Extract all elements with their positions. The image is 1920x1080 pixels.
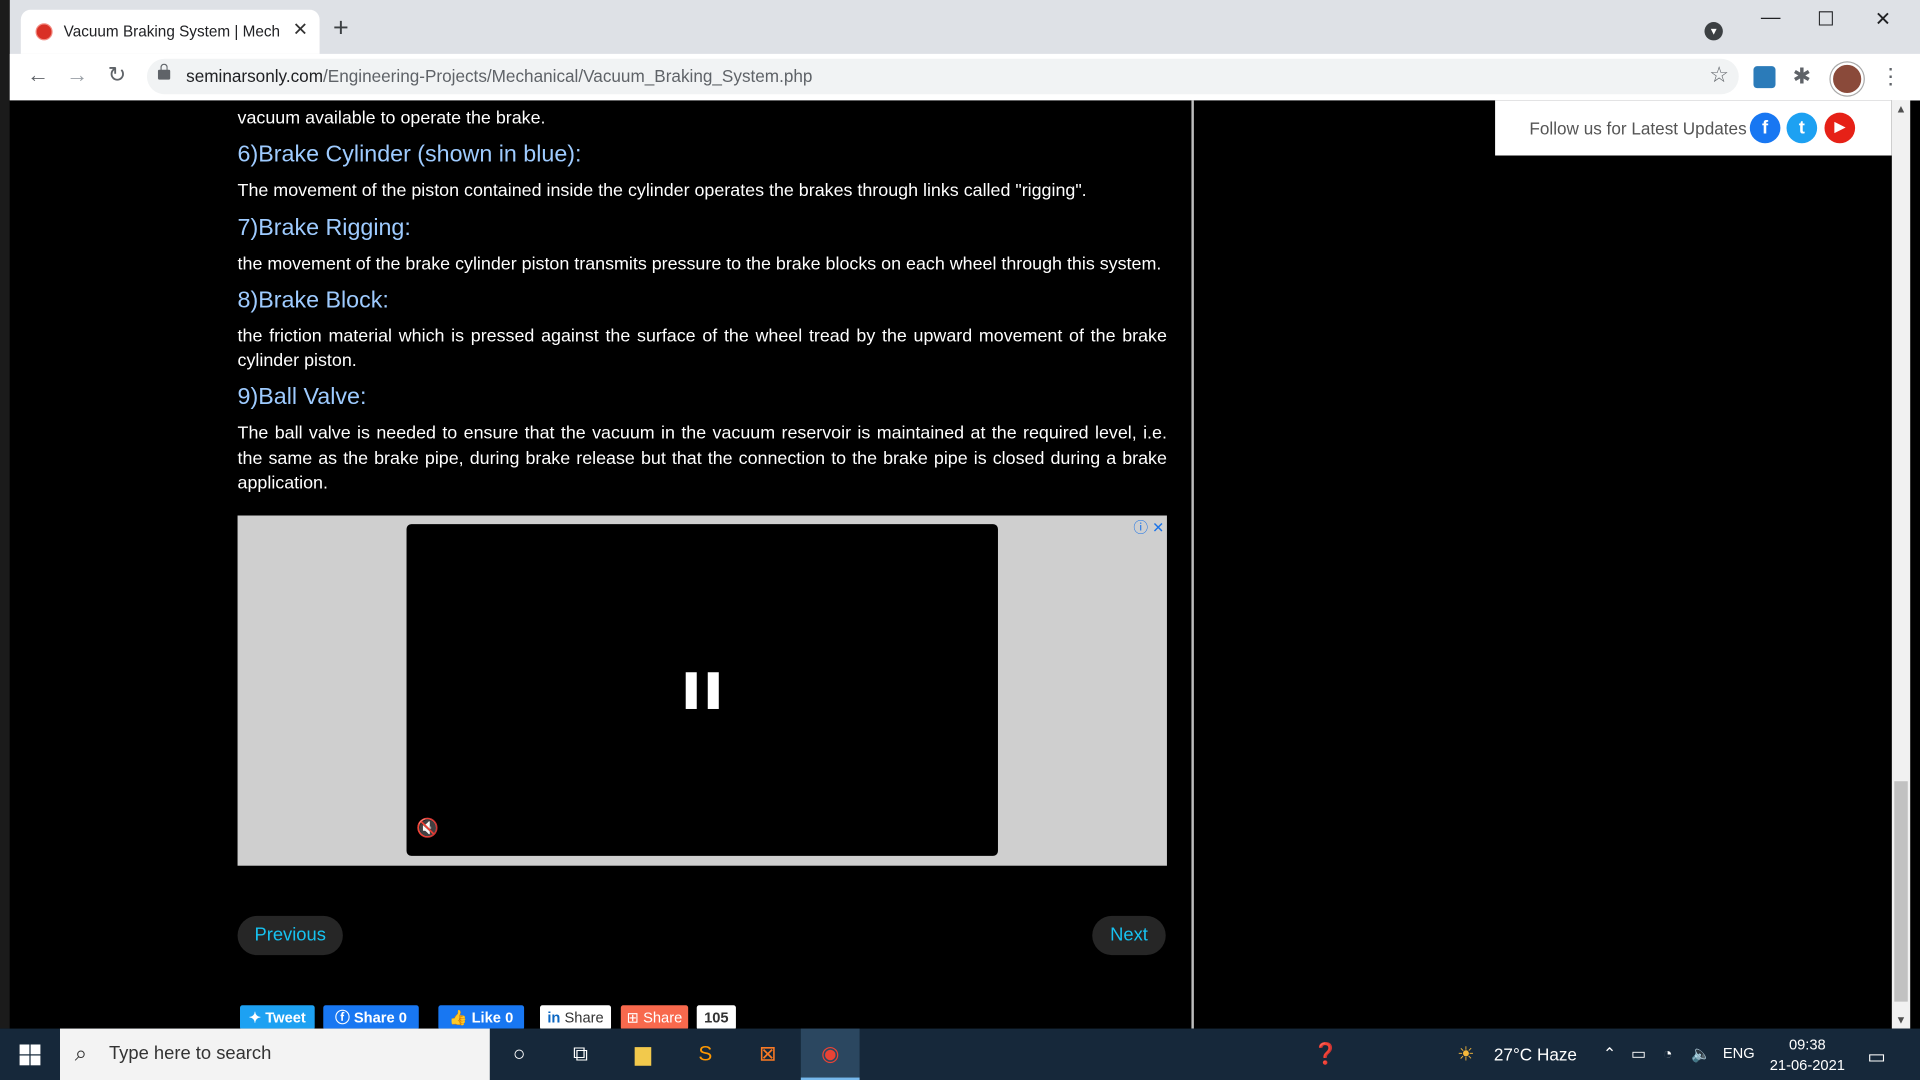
volume-icon[interactable]: 🔈 — [1691, 1044, 1711, 1064]
windows-taskbar: ⌕ Type here to search ○ ⧉ ▆ S ⊠ ◉ ❓ ☀ 27… — [0, 1028, 1920, 1080]
section-body: The ball valve is needed to ensure that … — [237, 424, 1167, 494]
section-heading: 9)Ball Valve: — [237, 385, 367, 411]
like-button[interactable]: 👍 Like 0 — [438, 1005, 525, 1029]
bookmark-star-icon[interactable]: ☆ — [1709, 62, 1729, 88]
follow-us-box: Follow us for Latest Updates f t ▶ — [1495, 100, 1892, 156]
scroll-up-arrow-icon[interactable]: ▲ — [1896, 103, 1907, 115]
plus-icon: ⊞ — [626, 1008, 644, 1027]
scroll-down-arrow-icon[interactable]: ▼ — [1896, 1014, 1907, 1026]
thumbs-up-icon: 👍 — [449, 1008, 472, 1027]
ad-info-icon[interactable]: ⓘ — [1133, 519, 1148, 536]
column-divider — [1191, 100, 1194, 1029]
youtube-icon[interactable]: ▶ — [1824, 112, 1856, 144]
browser-chrome: Vacuum Braking System | Mechanical ✕ + ▼… — [9, 0, 1920, 101]
search-placeholder: Type here to search — [108, 1043, 272, 1065]
clock-date: 21-06-2021 — [1769, 1056, 1845, 1074]
ad-choices-icons[interactable]: ⓘ ✕ — [1133, 517, 1164, 538]
section-body: the movement of the brake cylinder pisto… — [237, 254, 1162, 274]
facebook-icon[interactable]: f — [1749, 112, 1781, 144]
wifi-icon[interactable]: ◔ — [1663, 1044, 1673, 1062]
weather-icon[interactable]: ☀ — [1457, 1042, 1475, 1066]
windows-start-icon[interactable] — [19, 1044, 41, 1066]
lock-icon — [157, 63, 171, 80]
page-scrollbar[interactable]: ▲ ▼ — [1891, 100, 1911, 1029]
section-body: the friction material which is pressed a… — [237, 326, 1167, 372]
article-content: vacuum available to operate the brake. 6… — [238, 100, 1167, 496]
show-hidden-icons-icon[interactable]: ⌃ — [1603, 1044, 1616, 1064]
follow-text: Follow us for Latest Updates — [1529, 118, 1747, 139]
profile-avatar[interactable] — [1830, 62, 1864, 96]
tab-close-icon[interactable]: ✕ — [293, 18, 308, 41]
video-player[interactable]: 🔇 — [406, 524, 998, 856]
new-tab-button[interactable]: + — [333, 14, 349, 42]
twitter-icon[interactable]: t — [1786, 112, 1818, 144]
video-ad[interactable]: 🔇 ⓘ ✕ — [237, 515, 1167, 866]
browser-tab[interactable]: Vacuum Braking System | Mechanical ✕ — [20, 9, 320, 54]
sublime-text-icon[interactable]: S — [676, 1029, 735, 1080]
ad-close-icon[interactable]: ✕ — [1152, 519, 1164, 536]
forward-arrow-icon[interactable]: → — [66, 62, 88, 88]
section-heading: 7)Brake Rigging: — [237, 215, 411, 241]
taskbar-search-box[interactable]: ⌕ Type here to search — [60, 1028, 490, 1080]
taskbar-clock[interactable]: 09:38 21-06-2021 — [1763, 1035, 1851, 1077]
battery-icon[interactable]: ▭ — [1631, 1044, 1646, 1064]
help-icon[interactable]: ❓ — [1313, 1042, 1339, 1066]
address-bar[interactable]: seminarsonly.com/Engineering-Projects/Me… — [146, 58, 1739, 95]
maximize-button[interactable]: ☐ — [1817, 7, 1835, 31]
extension-icon[interactable] — [1753, 66, 1776, 89]
extensions-puzzle-icon[interactable]: ✱ — [1793, 64, 1811, 90]
cortana-icon[interactable]: ○ — [490, 1029, 549, 1080]
pause-icon[interactable] — [685, 672, 719, 709]
search-icon: ⌕ — [74, 1040, 88, 1066]
scrollbar-thumb[interactable] — [1894, 781, 1908, 1002]
close-window-button[interactable]: ✕ — [1875, 7, 1891, 31]
tweet-button[interactable]: ✦ Tweet — [240, 1005, 315, 1029]
clock-time: 09:38 — [1788, 1035, 1826, 1054]
article-paragraph-partial: vacuum available to operate the brake. — [237, 108, 546, 129]
browser-menu-icon[interactable]: ⋮ — [1880, 64, 1902, 90]
notifications-icon[interactable]: ▭ — [1867, 1044, 1886, 1068]
facebook-share-button[interactable]: ⓕ Share 0 — [323, 1005, 419, 1029]
facebook-icon: ⓕ — [335, 1008, 354, 1027]
previous-button[interactable]: Previous — [237, 915, 343, 956]
web-page: vacuum available to operate the brake. 6… — [9, 100, 1892, 1029]
share-count: 105 — [696, 1005, 736, 1029]
language-indicator[interactable]: ENG — [1723, 1044, 1755, 1061]
twitter-icon: ✦ — [248, 1008, 266, 1027]
site-favicon-icon — [35, 23, 53, 41]
browser-toolbar: ← → ↻ seminarsonly.com/Engineering-Proje… — [9, 53, 1920, 101]
back-arrow-icon[interactable]: ← — [27, 62, 49, 88]
section-heading: 6)Brake Cylinder (shown in blue): — [237, 142, 582, 169]
minimize-button[interactable]: — — [1761, 7, 1781, 29]
linkedin-icon: in — [547, 1008, 565, 1027]
section-heading: 8)Brake Block: — [237, 287, 389, 314]
xampp-icon[interactable]: ⊠ — [738, 1029, 797, 1080]
task-view-icon[interactable]: ⧉ — [551, 1029, 610, 1080]
tab-search-icon[interactable]: ▼ — [1704, 22, 1723, 41]
reload-icon[interactable]: ↻ — [108, 62, 126, 88]
mute-icon[interactable]: 🔇 — [416, 817, 439, 839]
linkedin-share-button[interactable]: in Share — [540, 1005, 612, 1029]
addthis-share-button[interactable]: ⊞ Share — [620, 1005, 689, 1029]
background-window-strip — [0, 0, 10, 1029]
section-body: The movement of the piston contained ins… — [237, 181, 1087, 202]
next-button[interactable]: Next — [1092, 915, 1166, 956]
chrome-taskbar-icon[interactable]: ◉ — [800, 1028, 860, 1080]
url-text: seminarsonly.com/Engineering-Projects/Me… — [186, 66, 813, 86]
file-explorer-icon[interactable]: ▆ — [613, 1029, 672, 1080]
weather-text[interactable]: 27°C Haze — [1494, 1044, 1577, 1064]
tab-title: Vacuum Braking System | Mechanical — [63, 23, 281, 41]
